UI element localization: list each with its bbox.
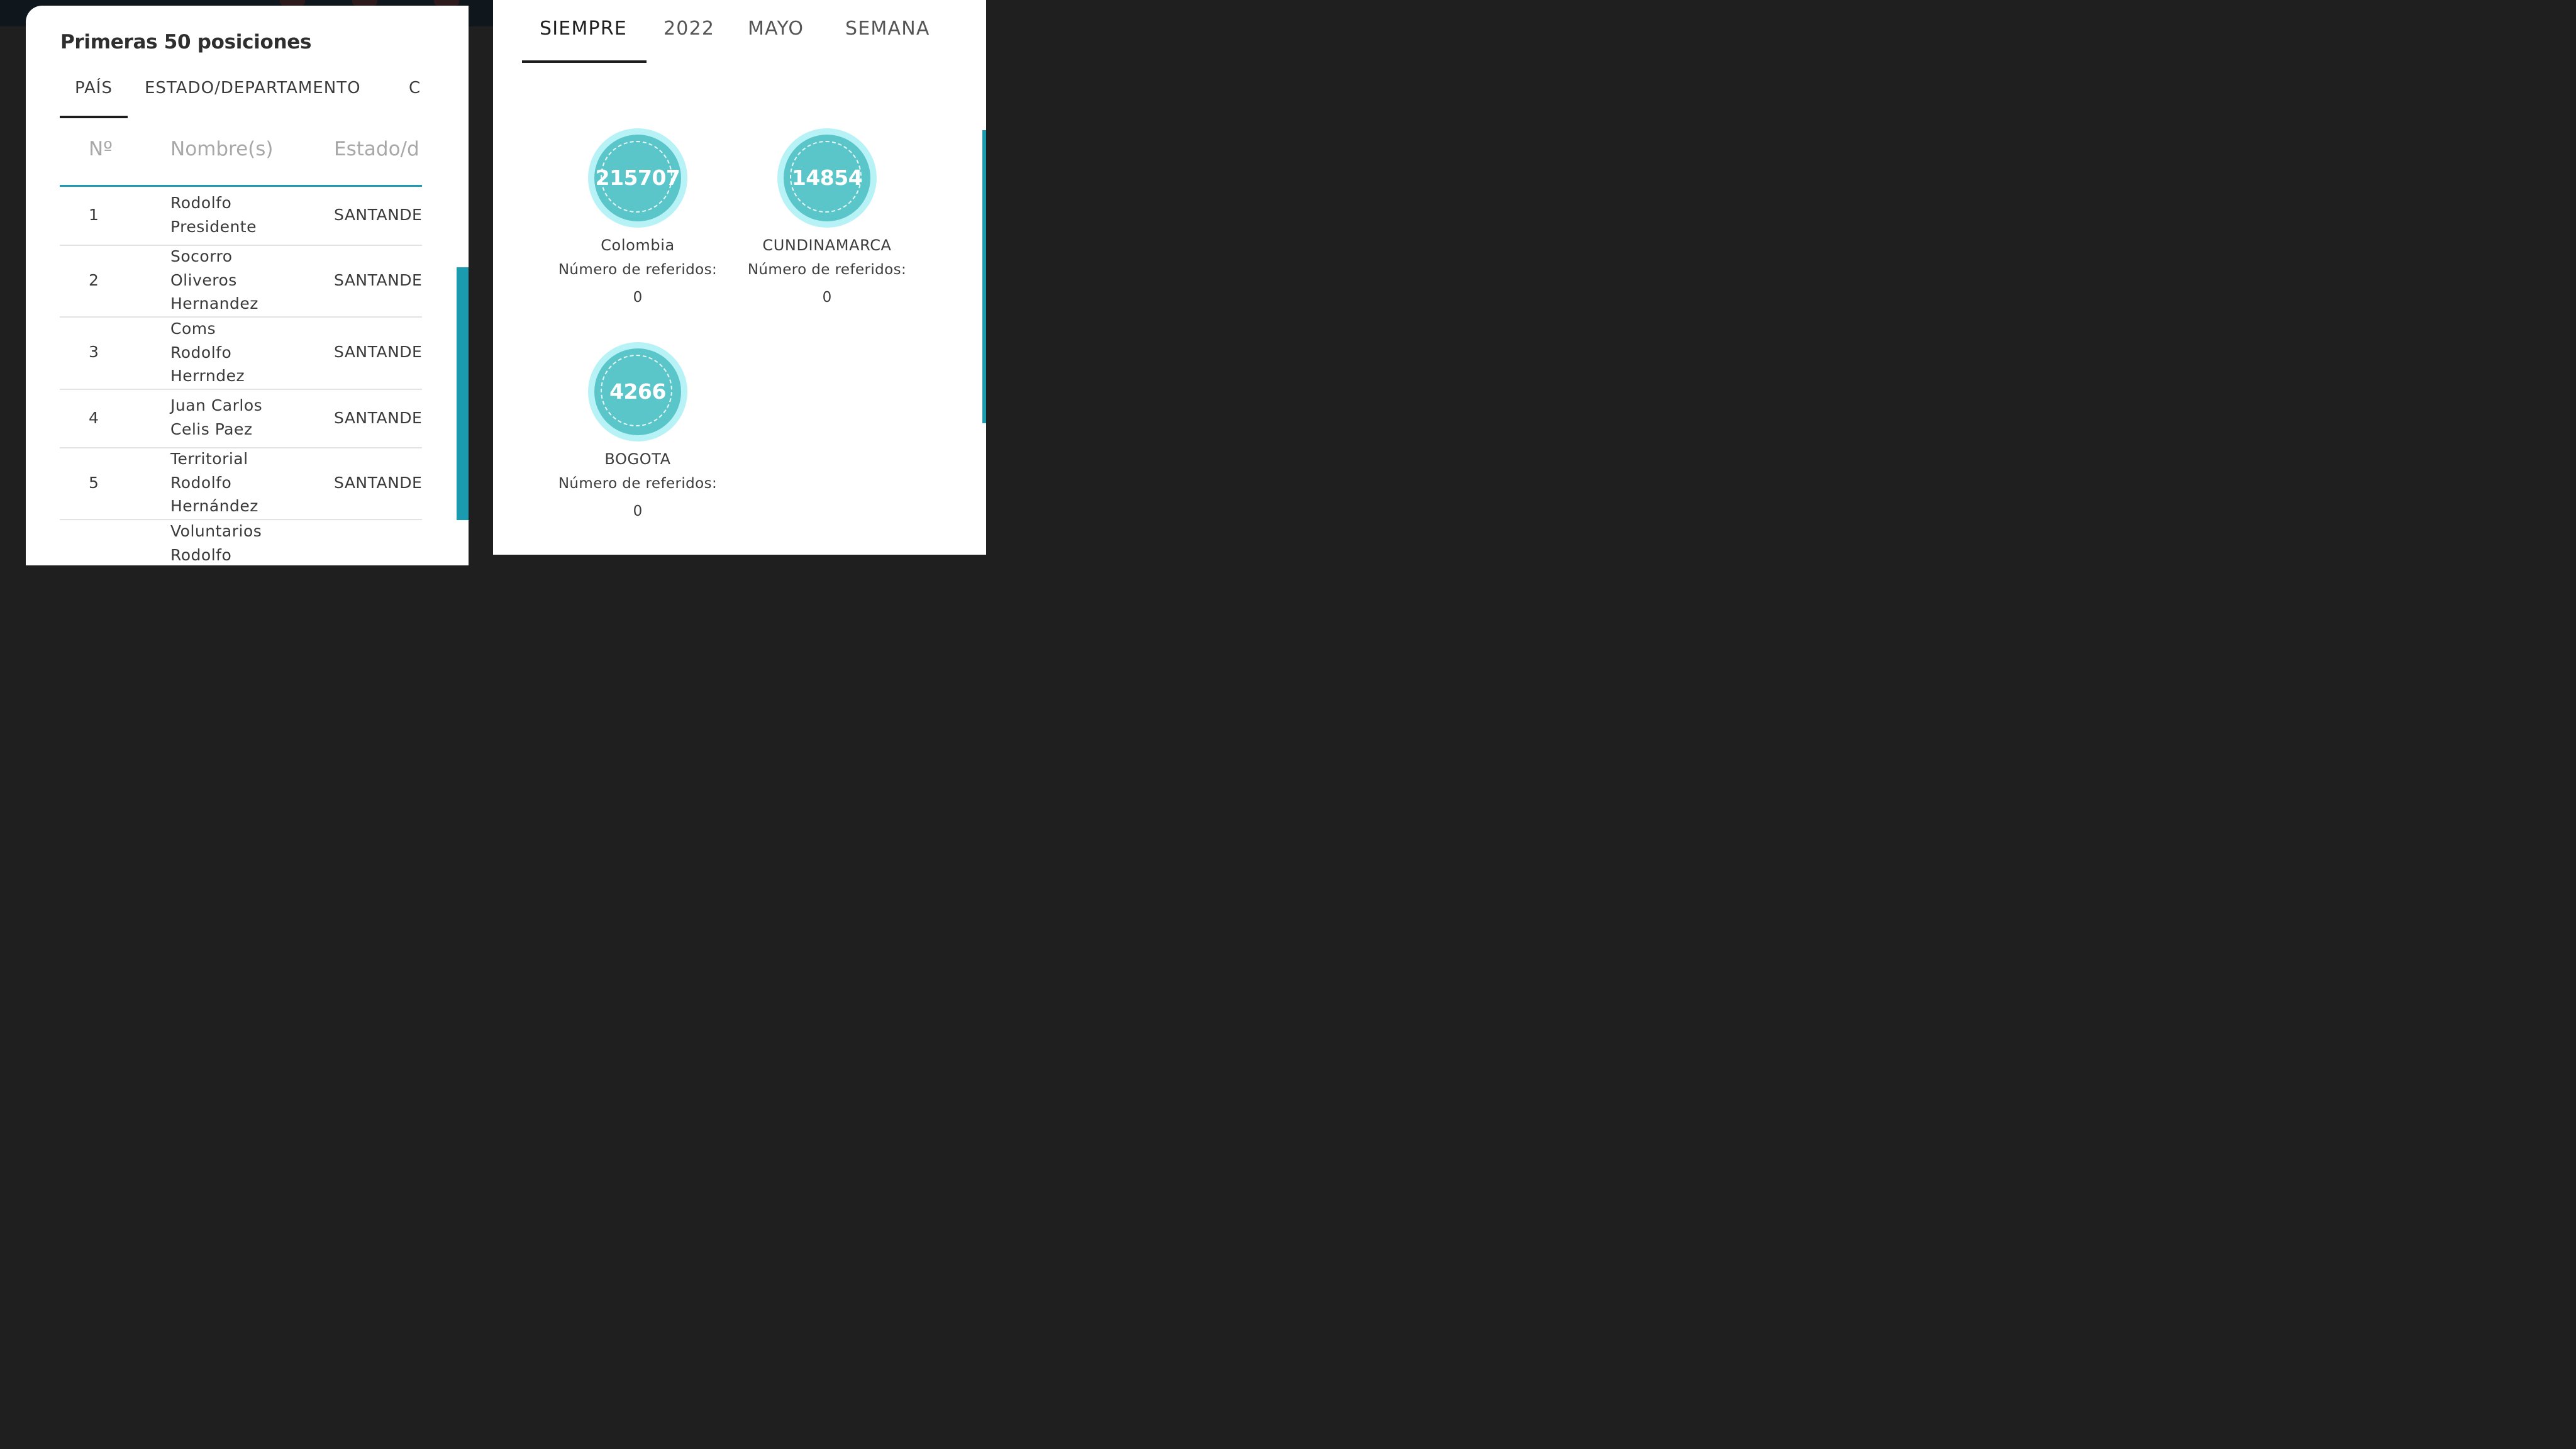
- row-number: 3: [89, 343, 99, 361]
- scope-tabs: PAÍS ESTADO/DEPARTAMENTO C: [60, 75, 469, 119]
- active-tab-indicator: [522, 60, 647, 63]
- table-row[interactable]: 5 Territorial Rodolfo Hernández SANTANDE: [60, 448, 422, 520]
- row-state: SANTANDE: [334, 206, 422, 224]
- table-row[interactable]: Voluntarios Rodolfo: [60, 520, 422, 565]
- table-row[interactable]: 1 Rodolfo Presidente SANTANDE: [60, 187, 422, 246]
- referrals-label: Número de referidos:: [558, 262, 718, 278]
- region-card-cundinamarca[interactable]: 14854 CUNDINAMARCA Número de referidos: …: [733, 128, 921, 306]
- referrals-value: 0: [822, 289, 832, 306]
- region-card-bogota[interactable]: 4266 BOGOTA Número de referidos: 0: [543, 342, 732, 519]
- modal-title: Primeras 50 posiciones: [60, 31, 312, 53]
- column-header-name: Nombre(s): [170, 138, 274, 160]
- row-name: Voluntarios Rodolfo: [170, 522, 262, 564]
- table-row[interactable]: 2 Socorro Oliveros Hernandez SANTANDE: [60, 246, 422, 318]
- count-badge: 215707: [588, 128, 687, 228]
- referrals-value: 0: [633, 289, 643, 306]
- tab-month[interactable]: MAYO: [748, 18, 804, 40]
- row-number: 4: [89, 409, 99, 427]
- tab-always[interactable]: SIEMPRE: [540, 18, 627, 40]
- row-number: 2: [89, 271, 99, 289]
- row-name: Territorial Rodolfo Hernández: [170, 450, 258, 515]
- column-header-state: Estado/d: [334, 138, 419, 160]
- referrals-label: Número de referidos:: [558, 475, 718, 492]
- count-badge-value: 14854: [791, 165, 863, 190]
- row-name: Rodolfo Presidente: [170, 194, 257, 236]
- row-name: Coms Rodolfo Herrndez: [170, 319, 245, 385]
- count-badge-value: 215707: [595, 165, 680, 190]
- row-name: Socorro Oliveros Hernandez: [170, 247, 258, 313]
- column-header-number: Nº: [89, 138, 113, 160]
- referrals-panel: SIEMPRE 2022 MAYO SEMANA 215707 Colombia…: [493, 0, 986, 555]
- region-card-colombia[interactable]: 215707 Colombia Número de referidos: 0: [543, 128, 732, 306]
- leaderboard-modal: Primeras 50 posiciones PAÍS ESTADO/DEPAR…: [26, 6, 469, 565]
- count-badge-value: 4266: [609, 379, 666, 404]
- row-name: Juan Carlos Celis Paez: [170, 396, 263, 438]
- region-name: CUNDINAMARCA: [762, 236, 892, 254]
- row-number: 1: [89, 206, 99, 224]
- table-row[interactable]: 3 Coms Rodolfo Herrndez SANTANDE: [60, 318, 422, 390]
- referrals-value: 0: [633, 503, 643, 519]
- region-name: Colombia: [601, 236, 675, 254]
- tab-city[interactable]: C: [409, 79, 421, 97]
- tab-year[interactable]: 2022: [663, 18, 714, 40]
- row-state: SANTANDE: [334, 474, 422, 492]
- table-row[interactable]: 4 Juan Carlos Celis Paez SANTANDE: [60, 390, 422, 448]
- tab-week[interactable]: SEMANA: [845, 18, 930, 40]
- count-badge: 4266: [588, 342, 687, 441]
- row-state: SANTANDE: [334, 409, 422, 427]
- count-badge: 14854: [777, 128, 877, 228]
- table-scrollbar[interactable]: [457, 267, 469, 520]
- referrals-label: Número de referidos:: [747, 262, 907, 278]
- panel-scrollbar[interactable]: [982, 130, 986, 423]
- tab-country[interactable]: PAÍS: [60, 79, 128, 118]
- row-state: SANTANDE: [334, 343, 422, 361]
- row-state: SANTANDE: [334, 271, 422, 289]
- row-number: 5: [89, 474, 99, 492]
- region-name: BOGOTA: [604, 450, 671, 468]
- tab-state-department[interactable]: ESTADO/DEPARTAMENTO: [145, 79, 361, 97]
